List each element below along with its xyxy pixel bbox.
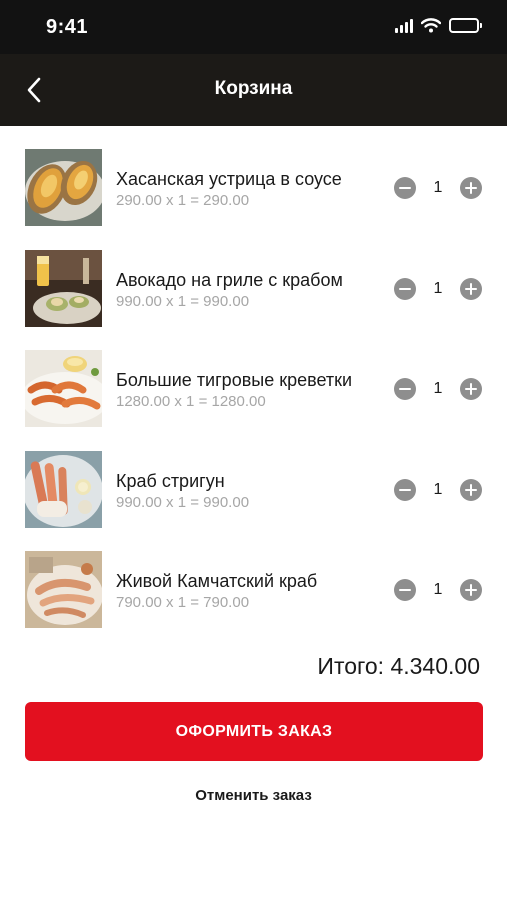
cart-list: Хасанская устрица в соусе 290.00 x 1 = 2…: [0, 126, 507, 629]
plus-circle-icon[interactable]: [460, 277, 482, 300]
status-icons: [395, 18, 482, 33]
cart-item: Авокадо на гриле с крабом 990.00 x 1 = 9…: [0, 227, 507, 328]
wifi-icon: [421, 18, 441, 33]
snow-crab-photo: [25, 450, 102, 528]
item-name: Хасанская устрица в соусе: [116, 169, 342, 189]
quantity-value: 1: [433, 581, 443, 598]
checkout-button[interactable]: ОФОРМИТЬ ЗАКАЗ: [25, 702, 483, 761]
minus-circle-icon[interactable]: [394, 277, 416, 300]
item-price-calc: 290.00 x 1 = 290.00: [116, 192, 250, 209]
cart-item: Живой Камчатский краб 790.00 x 1 = 790.0…: [0, 528, 507, 629]
item-name: Краб стригун: [116, 470, 225, 491]
nav-header: Корзина: [0, 54, 507, 126]
cart-item: Хасанская устрица в соусе 290.00 x 1 = 2…: [0, 126, 507, 227]
grilled-avocado-photo: [25, 249, 102, 327]
order-total: Итого: 4.340.00: [317, 653, 480, 679]
minus-circle-icon[interactable]: [394, 177, 416, 199]
battery-icon: [449, 18, 482, 33]
status-bar: 9:41: [0, 0, 507, 54]
quantity-value: 1: [433, 279, 443, 297]
item-price-calc: 1280.00 x 1 = 1280.00: [116, 393, 266, 410]
minus-circle-icon[interactable]: [394, 579, 416, 601]
item-price-calc: 990.00 x 1 = 990.00: [116, 292, 250, 310]
status-time: 9:41: [46, 16, 89, 38]
plus-circle-icon[interactable]: [460, 378, 482, 400]
tiger-shrimps-photo: [25, 350, 102, 427]
oysters-photo: [25, 149, 102, 226]
kamchatka-crab-photo: [25, 551, 102, 628]
quantity-value: 1: [433, 480, 443, 498]
item-price-calc: 790.00 x 1 = 790.00: [116, 594, 250, 611]
item-name: Живой Камчатский краб: [116, 571, 318, 591]
item-price-calc: 990.00 x 1 = 990.00: [116, 493, 250, 511]
plus-circle-icon[interactable]: [460, 478, 482, 501]
plus-circle-icon[interactable]: [460, 579, 482, 601]
plus-circle-icon[interactable]: [460, 177, 482, 199]
item-name: Авокадо на гриле с крабом: [116, 269, 343, 290]
minus-circle-icon[interactable]: [394, 378, 416, 400]
item-name: Большие тигровые креветки: [116, 370, 353, 390]
signal-icon: [395, 18, 413, 33]
cancel-order-link[interactable]: Отменить заказ: [0, 787, 507, 804]
quantity-value: 1: [433, 380, 443, 397]
page-title: Корзина: [214, 78, 293, 99]
quantity-value: 1: [433, 179, 443, 196]
cart-item: Краб стригун 990.00 x 1 = 990.00 1: [0, 428, 507, 529]
cart-item: Большие тигровые креветки 1280.00 x 1 = …: [0, 327, 507, 428]
minus-circle-icon[interactable]: [394, 478, 416, 501]
